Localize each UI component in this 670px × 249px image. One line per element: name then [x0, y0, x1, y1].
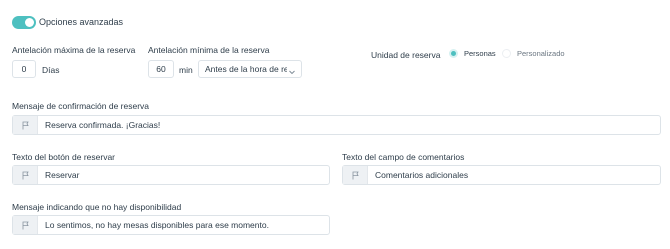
- flag-icon: [22, 121, 29, 129]
- comments-field-text-label: Texto del campo de comentarios: [342, 152, 465, 162]
- toggle-knob: [25, 18, 34, 27]
- chevron-down-icon: [289, 70, 295, 75]
- flag-icon: [22, 221, 29, 229]
- max-advance-label: Antelación máxima de la reserva: [12, 45, 136, 55]
- radio-selected[interactable]: [449, 49, 458, 58]
- advanced-options-label: Opciones avanzadas: [39, 17, 124, 27]
- confirmation-field[interactable]: Reserva confirmada. ¡Gracias!: [12, 115, 661, 135]
- no-availability-label: Mensaje indicando que no hay disponibili…: [12, 202, 182, 212]
- confirmation-flag-cell[interactable]: [13, 116, 38, 134]
- radio-option-personalizado[interactable]: Personalizado: [502, 49, 565, 58]
- comments-flag-cell[interactable]: [343, 166, 368, 184]
- flag-icon: [352, 171, 359, 179]
- confirmation-label: Mensaje de confirmación de reserva: [12, 101, 150, 111]
- min-advance-select-value: Antes de la hora de reserva: [205, 64, 287, 74]
- comments-field-text-field[interactable]: Comentarios adicionales: [342, 165, 661, 185]
- no-availability-field[interactable]: Lo sentimos, no hay mesas disponibles pa…: [12, 215, 330, 235]
- comments-field-text-input[interactable]: Comentarios adicionales: [368, 166, 468, 184]
- booking-unit-label: Unidad de reserva: [371, 50, 441, 60]
- radio-label-personalizado: Personalizado: [517, 49, 565, 58]
- radio-option-personas[interactable]: Personas: [449, 49, 496, 58]
- max-advance-input[interactable]: 0: [12, 60, 36, 78]
- min-advance-input[interactable]: 60: [148, 60, 174, 78]
- book-button-text-input[interactable]: Reservar: [38, 166, 79, 184]
- book-button-text-label: Texto del botón de reservar: [12, 152, 116, 162]
- max-advance-unit: Días: [42, 65, 60, 75]
- confirmation-input[interactable]: Reserva confirmada. ¡Gracias!: [38, 116, 160, 134]
- radio-label-personas: Personas: [464, 49, 496, 58]
- min-advance-select[interactable]: Antes de la hora de reserva: [198, 60, 302, 78]
- no-availability-input[interactable]: Lo sentimos, no hay mesas disponibles pa…: [38, 216, 269, 234]
- flag-icon: [22, 171, 29, 179]
- book-button-text-field[interactable]: Reservar: [12, 165, 330, 185]
- no-availability-flag-cell[interactable]: [13, 216, 38, 234]
- min-advance-unit: min: [179, 65, 193, 75]
- advanced-options-toggle[interactable]: [12, 16, 36, 29]
- radio-unselected[interactable]: [502, 49, 511, 58]
- min-advance-label: Antelación mínima de la reserva: [148, 45, 270, 55]
- book-button-flag-cell[interactable]: [13, 166, 38, 184]
